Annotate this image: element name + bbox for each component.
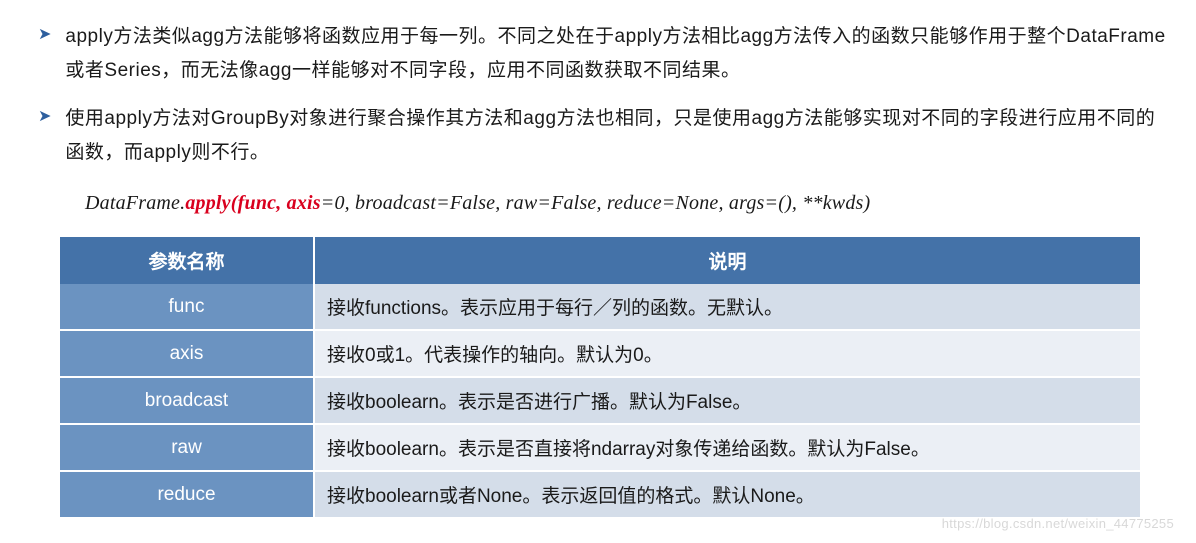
code-args-red: func, axis (238, 192, 321, 214)
param-name-cell: axis (60, 331, 315, 378)
bullet-item-1: ➤ apply方法类似agg方法能够将函数应用于每一列。不同之处在于apply方… (38, 20, 1166, 88)
table-row: broadcast 接收boolearn。表示是否进行广播。默认为False。 (60, 378, 1140, 425)
param-name-cell: func (60, 284, 315, 331)
code-paren-open: ( (231, 192, 238, 214)
code-method: apply (185, 192, 230, 214)
bullet-marker-icon: ➤ (38, 102, 51, 132)
table-header-desc: 说明 (315, 237, 1140, 284)
param-desc-cell: 接收boolearn。表示是否进行广播。默认为False。 (315, 378, 1140, 425)
table-row: axis 接收0或1。代表操作的轴向。默认为0。 (60, 331, 1140, 378)
param-desc-cell: 接收boolearn。表示是否直接将ndarray对象传递给函数。默认为Fals… (315, 425, 1140, 472)
param-desc-cell: 接收functions。表示应用于每行／列的函数。无默认。 (315, 284, 1140, 331)
param-name-cell: reduce (60, 472, 315, 519)
table-row: reduce 接收boolearn或者None。表示返回值的格式。默认None。 (60, 472, 1140, 519)
bullet-marker-icon: ➤ (38, 20, 51, 50)
table-header-name: 参数名称 (60, 237, 315, 284)
code-prefix: DataFrame. (85, 192, 185, 214)
table-header-row: 参数名称 说明 (60, 237, 1140, 284)
parameters-table: 参数名称 说明 func 接收functions。表示应用于每行／列的函数。无默… (60, 237, 1140, 519)
bullet-text: 使用apply方法对GroupBy对象进行聚合操作其方法和agg方法也相同，只是… (65, 102, 1166, 170)
table-row: raw 接收boolearn。表示是否直接将ndarray对象传递给函数。默认为… (60, 425, 1140, 472)
param-name-cell: raw (60, 425, 315, 472)
code-args-rest: =0, broadcast=False, raw=False, reduce=N… (321, 192, 871, 214)
bullet-item-2: ➤ 使用apply方法对GroupBy对象进行聚合操作其方法和agg方法也相同，… (38, 102, 1166, 170)
bullet-text: apply方法类似agg方法能够将函数应用于每一列。不同之处在于apply方法相… (65, 20, 1166, 88)
table-row: func 接收functions。表示应用于每行／列的函数。无默认。 (60, 284, 1140, 331)
code-signature: DataFrame.apply(func, axis=0, broadcast=… (85, 192, 1166, 215)
param-desc-cell: 接收0或1。代表操作的轴向。默认为0。 (315, 331, 1140, 378)
param-desc-cell: 接收boolearn或者None。表示返回值的格式。默认None。 (315, 472, 1140, 519)
param-name-cell: broadcast (60, 378, 315, 425)
watermark-text: https://blog.csdn.net/weixin_44775255 (942, 516, 1174, 531)
